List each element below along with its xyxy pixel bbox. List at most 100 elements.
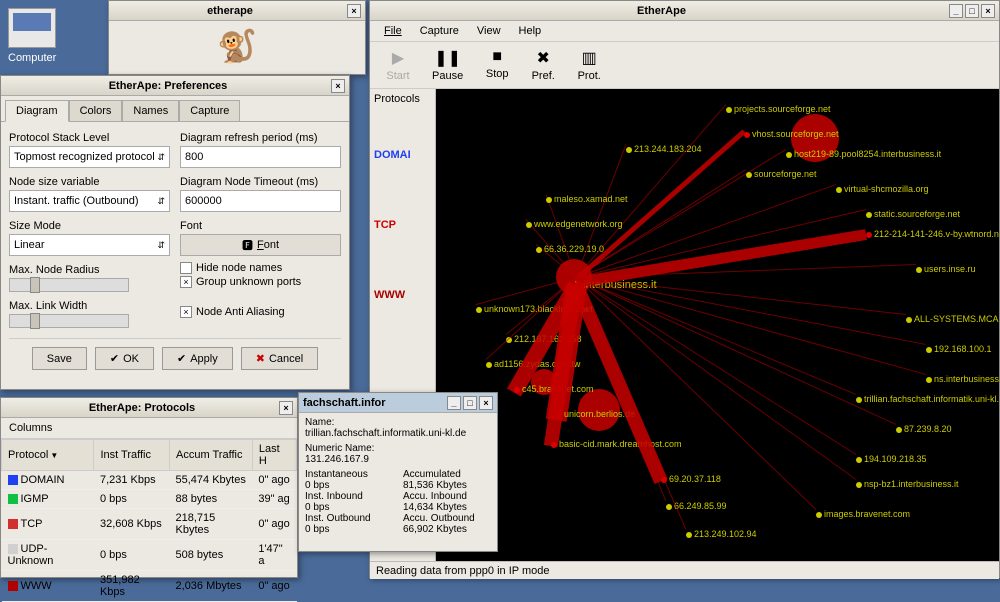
inst-in-label: Inst. Inbound [305,491,393,502]
node-dot-icon [666,504,672,510]
combo-stack-level[interactable]: Topmost recognized protocol⇵ [9,146,170,168]
tab-colors[interactable]: Colors [69,100,123,121]
network-node[interactable]: 69.20.37.118 [661,474,721,484]
slider-max-node-radius[interactable] [9,278,129,292]
table-row[interactable]: WWW351,982 Kbps2,036 Mbytes0" ago [2,571,297,602]
node-dot-icon [896,427,902,433]
etherape-icon-window: etherape × 🐒 [108,0,366,75]
slider-max-link-width[interactable] [9,314,129,328]
combo-size-mode[interactable]: Linear⇵ [9,234,170,256]
network-node[interactable]: users.inse.ru [916,264,976,274]
close-icon[interactable]: × [347,4,361,18]
network-node[interactable]: ALL-SYSTEMS.MCAST.NET [906,314,999,324]
legend-item[interactable]: TCP [374,215,431,235]
network-node[interactable]: 213.244.183.204 [626,144,702,154]
network-node[interactable]: vhost.sourceforge.net [744,129,839,139]
network-node[interactable]: projects.sourceforge.net [726,104,831,114]
input-refresh[interactable]: 800 [180,146,341,168]
accu-out-label: Accu. Outbound [403,513,491,524]
network-node[interactable]: maleso.xamad.net [546,194,628,204]
network-node[interactable]: 87.239.8.20 [896,424,952,434]
network-node[interactable]: 66.36.229.19.0 [536,244,604,254]
network-node[interactable]: 194.109.218.35 [856,454,927,464]
network-node[interactable]: 212-214-141-246.v-by.wtnord.net [866,229,999,239]
ok-button[interactable]: ✔OK [95,347,154,370]
checkbox-hide-names[interactable] [180,262,192,274]
font-button[interactable]: 🅵FFontont [180,234,341,256]
col-inst[interactable]: Inst Traffic [94,440,170,471]
checkbox-group-unknown[interactable]: × [180,276,192,288]
minimize-icon[interactable]: _ [949,4,963,18]
col-protocol[interactable]: Protocol▼ [2,440,94,471]
desktop-computer-icon[interactable]: Computer [8,8,56,64]
ape-logo-icon: 🐒 [109,21,365,71]
color-swatch [8,581,18,591]
col-accum[interactable]: Accum Traffic [170,440,253,471]
label-node-timeout: Diagram Node Timeout (ms) [180,176,341,188]
network-node[interactable]: www.edgenetwork.org [526,219,623,229]
menu-file[interactable]: File [376,23,410,39]
table-row[interactable]: UDP-Unknown0 bps508 bytes1'47" a [2,540,297,571]
save-button[interactable]: Save [32,347,87,370]
prot-icon: ▥ [582,48,597,68]
toolbar-prot-button[interactable]: ▥Prot. [571,46,607,84]
network-node[interactable]: nsp-bz1.interbusiness.it [856,479,959,489]
statusbar: Reading data from ppp0 in IP mode [370,561,999,579]
network-node[interactable]: 192.168.100.1 [926,344,992,354]
sort-down-icon: ▼ [50,451,58,460]
label-size-mode: Size Mode [9,220,170,232]
close-icon[interactable]: × [479,396,493,410]
network-node[interactable]: 213.249.102.94 [686,529,757,539]
close-icon[interactable]: × [331,79,345,93]
combo-node-size-var[interactable]: Instant. traffic (Outbound)⇵ [9,190,170,212]
font-icon: 🅵 [242,237,253,253]
computer-icon [8,8,56,48]
col-last[interactable]: Last H [252,440,296,471]
network-node[interactable]: images.bravenet.com [816,509,910,519]
network-node[interactable]: basic-cid.mark.dreamhost.com [551,439,682,449]
close-icon[interactable]: × [981,4,995,18]
node-dot-icon [926,347,932,353]
toolbar-pref-button[interactable]: ✖Pref. [525,46,561,84]
network-node[interactable]: virtual-shcmozilla.org [836,184,929,194]
etherape-small-title: etherape [113,5,347,17]
network-node[interactable]: static.sourceforge.net [866,209,960,219]
checkbox-anti-alias[interactable]: × [180,306,192,318]
close-icon[interactable]: × [279,401,293,415]
node-dot-icon [686,532,692,538]
detail-name: trillian.fachschaft.informatik.uni-kl.de [305,428,491,439]
minimize-icon[interactable]: _ [447,396,461,410]
toolbar-label: Start [386,70,409,82]
color-swatch [8,475,18,485]
legend-item[interactable]: DOMAI [374,145,431,165]
network-node[interactable]: sourceforge.net [746,169,817,179]
cancel-icon: ✖ [256,352,265,365]
legend-item[interactable]: WWW [374,285,431,305]
table-row[interactable]: IGMP0 bps88 bytes39" ag [2,490,297,509]
network-node[interactable]: trillian.fachschaft.informatik.uni-kl.de [856,394,999,404]
tab-diagram[interactable]: Diagram [5,100,69,122]
network-node[interactable]: ns.interbusiness.it [926,374,999,384]
cancel-button[interactable]: ✖Cancel [241,347,318,370]
inst-header: Instantaneous [305,469,393,480]
toolbar-label: Pause [432,70,463,82]
accu-in: 14,634 Kbytes [403,502,491,513]
menu-view[interactable]: View [469,23,509,39]
node-dot-icon [744,132,750,138]
toolbar-stop-button[interactable]: ■Stop [479,46,515,84]
table-row[interactable]: DOMAIN7,231 Kbps55,474 Kbytes0" ago [2,471,297,490]
table-row[interactable]: TCP32,608 Kbps218,715 Kbytes0" ago [2,509,297,540]
menu-help[interactable]: Help [511,23,550,39]
toolbar-pause-button[interactable]: ❚❚Pause [426,46,469,84]
tab-capture[interactable]: Capture [179,100,240,121]
network-node[interactable]: host219-89.pool8254.interbusiness.it [786,149,941,159]
input-node-timeout[interactable]: 600000 [180,190,341,212]
maximize-icon[interactable]: □ [965,4,979,18]
maximize-icon[interactable]: □ [463,396,477,410]
tab-names[interactable]: Names [122,100,179,121]
node-dot-icon [856,482,862,488]
apply-button[interactable]: ✔Apply [162,347,233,370]
menu-capture[interactable]: Capture [412,23,467,39]
node-dot-icon [746,172,752,178]
network-canvas[interactable]: 1.interbusiness.it projects.sourceforge.… [436,89,999,561]
